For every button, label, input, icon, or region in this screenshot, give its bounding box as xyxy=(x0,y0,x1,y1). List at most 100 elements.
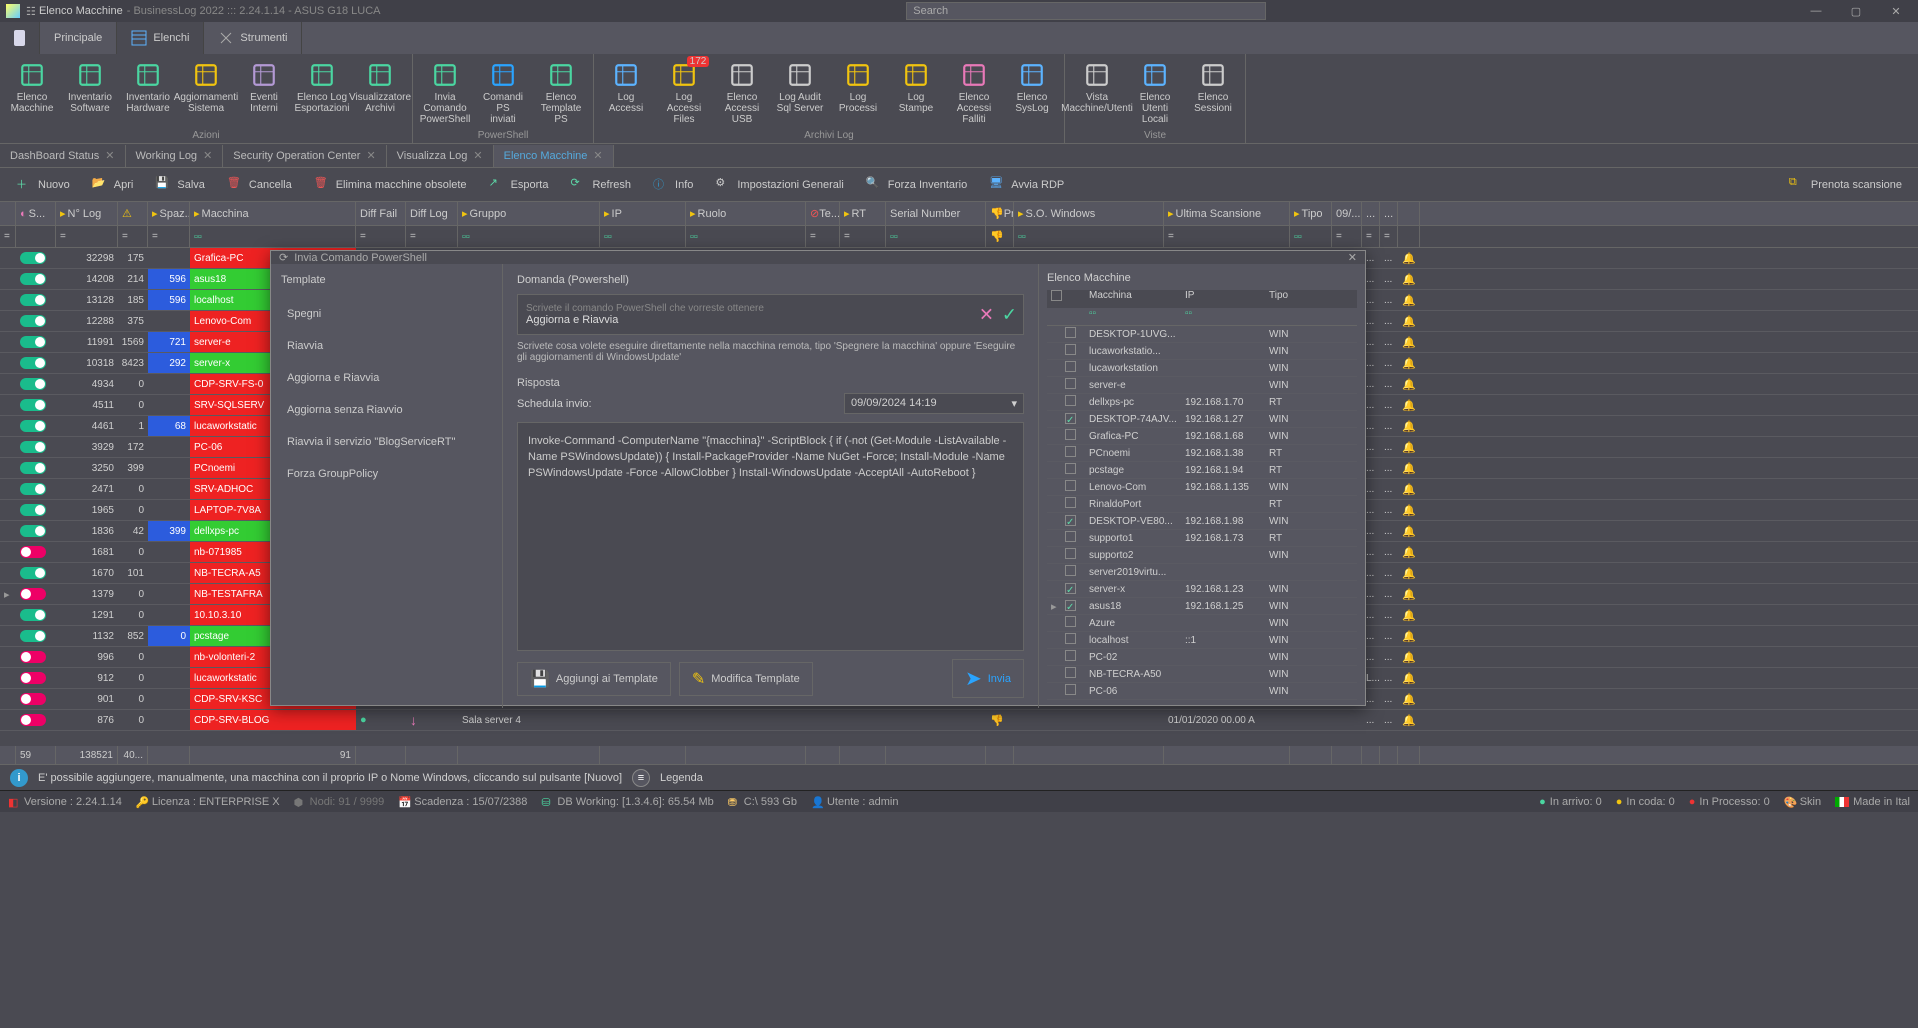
filter-pri[interactable]: 👎 xyxy=(986,226,1014,247)
toolbar-btn-impostazioni-generali[interactable]: ⚙Impostazioni Generali xyxy=(707,173,851,197)
toggle-switch[interactable] xyxy=(20,714,46,726)
toggle-switch[interactable] xyxy=(20,609,46,621)
ribbon-btn-visualizzatore[interactable]: VisualizzatoreArchivi xyxy=(352,58,408,129)
menu-button[interactable] xyxy=(0,22,40,54)
row-checkbox[interactable] xyxy=(1065,565,1076,576)
row-checkbox[interactable] xyxy=(1065,497,1076,508)
machine-row[interactable]: DESKTOP-74AJV...192.168.1.27WIN xyxy=(1047,411,1357,428)
toggle-switch[interactable] xyxy=(20,462,46,474)
ribbon-btn-elenco-log[interactable]: Elenco LogEsportazioni xyxy=(294,58,350,129)
filter-sn[interactable]: ▫▫ xyxy=(886,226,986,247)
ribbon-btn-log-accessi[interactable]: Log Accessi xyxy=(598,58,654,129)
col-ip[interactable]: IP xyxy=(1181,290,1265,308)
doc-tab-visualizza-log[interactable]: Visualizza Log✕ xyxy=(387,145,494,167)
toggle-switch[interactable] xyxy=(20,420,46,432)
template-item[interactable]: Aggiorna senza Riavvio xyxy=(281,394,492,426)
col-bell[interactable] xyxy=(1398,202,1420,225)
col-dfail[interactable]: Diff Fail xyxy=(356,202,406,225)
filter-ip[interactable]: ▫▫ xyxy=(600,226,686,247)
col-gruppo[interactable]: ▸Gruppo xyxy=(458,202,600,225)
machine-row[interactable]: Grafica-PC192.168.1.68WIN xyxy=(1047,428,1357,445)
toggle-switch[interactable] xyxy=(20,483,46,495)
toolbar-btn-forza-inventario[interactable]: 🔍Forza Inventario xyxy=(858,173,975,197)
doc-tab-elenco-macchine[interactable]: Elenco Macchine✕ xyxy=(494,145,614,167)
toggle-switch[interactable] xyxy=(20,399,46,411)
col-rt[interactable]: ▸RT xyxy=(840,202,886,225)
col-d3[interactable]: ... xyxy=(1380,202,1398,225)
toggle-switch[interactable] xyxy=(20,630,46,642)
toggle-switch[interactable] xyxy=(20,441,46,453)
prenota-scansione-button[interactable]: ⧉Prenota scansione xyxy=(1781,173,1910,197)
ribbon-btn-elenco[interactable]: ElencoSysLog xyxy=(1004,58,1060,129)
row-checkbox[interactable] xyxy=(1065,633,1076,644)
filter-rt[interactable]: = xyxy=(840,226,886,247)
row-checkbox[interactable] xyxy=(1065,463,1076,474)
row-checkbox[interactable] xyxy=(1065,531,1076,542)
toolbar-btn-info[interactable]: ⓘInfo xyxy=(645,173,701,197)
row-checkbox[interactable] xyxy=(1065,667,1076,678)
filter-dlog[interactable]: = xyxy=(406,226,458,247)
toolbar-btn-salva[interactable]: 💾Salva xyxy=(147,173,213,197)
doc-tab-dashboard-status[interactable]: DashBoard Status✕ xyxy=(0,145,126,167)
add-template-button[interactable]: 💾Aggiungi ai Template xyxy=(517,662,671,696)
row-checkbox[interactable] xyxy=(1065,361,1076,372)
col-us[interactable]: ▸Ultima Scansione xyxy=(1164,202,1290,225)
template-item[interactable]: Riavvia il servizio "BlogServiceRT" xyxy=(281,426,492,458)
col-pri[interactable]: 👎Pri... xyxy=(986,202,1014,225)
machine-row[interactable]: PC-06WIN xyxy=(1047,683,1357,700)
schedule-datetime-select[interactable]: 09/09/2024 14:19 ▾ xyxy=(844,393,1024,414)
response-code-area[interactable]: Invoke-Command -ComputerName "{macchina}… xyxy=(517,422,1024,651)
close-icon[interactable]: ✕ xyxy=(593,149,602,162)
status-skin[interactable]: 🎨Skin xyxy=(1784,796,1821,808)
toolbar-btn-avvia-rdp[interactable]: 🖥Avvia RDP xyxy=(981,173,1072,197)
toggle-switch[interactable] xyxy=(20,567,46,579)
toggle-switch[interactable] xyxy=(20,588,46,600)
row-checkbox[interactable] xyxy=(1065,600,1076,611)
col-tipo[interactable]: ▸Tipo xyxy=(1290,202,1332,225)
row-checkbox[interactable] xyxy=(1065,480,1076,491)
machine-row[interactable]: lucaworkstationWIN xyxy=(1047,360,1357,377)
toggle-switch[interactable] xyxy=(20,672,46,684)
row-checkbox[interactable] xyxy=(1065,650,1076,661)
machine-row[interactable]: supporto2WIN xyxy=(1047,547,1357,564)
filter-ruolo[interactable]: ▫▫ xyxy=(686,226,806,247)
toggle-switch[interactable] xyxy=(20,546,46,558)
filter-tipo[interactable]: ▫▫ xyxy=(1290,226,1332,247)
select-all-checkbox[interactable] xyxy=(1051,290,1062,301)
ribbon-btn-invia-comando[interactable]: Invia ComandoPowerShell xyxy=(417,58,473,129)
row-checkbox[interactable] xyxy=(1065,583,1076,594)
ribbon-btn-log-processi[interactable]: Log Processi xyxy=(830,58,886,129)
cancel-icon[interactable]: ✕ xyxy=(979,304,994,325)
row-checkbox[interactable] xyxy=(1065,684,1076,695)
row-checkbox[interactable] xyxy=(1065,327,1076,338)
toolbar-btn-nuovo[interactable]: ＋Nuovo xyxy=(8,173,78,197)
toggle-switch[interactable] xyxy=(20,378,46,390)
ribbon-btn-elenco-utenti[interactable]: Elenco UtentiLocali xyxy=(1127,58,1183,129)
toggle-switch[interactable] xyxy=(20,252,46,264)
ribbon-btn-elenco[interactable]: ElencoAccessi USB xyxy=(714,58,770,129)
maximize-button[interactable]: ▢ xyxy=(1840,5,1872,18)
toggle-switch[interactable] xyxy=(20,273,46,285)
machine-row[interactable]: localhost::1WIN xyxy=(1047,632,1357,649)
machine-row[interactable]: Lenovo-Com192.168.1.135WIN xyxy=(1047,479,1357,496)
toggle-switch[interactable] xyxy=(20,315,46,327)
col-te[interactable]: ⊘Te... xyxy=(806,202,840,225)
row-checkbox[interactable] xyxy=(1065,616,1076,627)
machine-row[interactable]: server2019virtu... xyxy=(1047,564,1357,581)
doc-tab-security-operation-center[interactable]: Security Operation Center✕ xyxy=(223,145,386,167)
ribbon-btn-comandi-ps[interactable]: Comandi PSinviati xyxy=(475,58,531,129)
col-mac[interactable]: ▸Macchina xyxy=(190,202,356,225)
toggle-switch[interactable] xyxy=(20,651,46,663)
ribbon-btn-elenco[interactable]: ElencoMacchine xyxy=(4,58,60,129)
toolbar-btn-esporta[interactable]: ↗Esporta xyxy=(481,173,557,197)
table-row[interactable]: 8760CDP-SRV-BLOG●↓Sala server 4👎01/01/20… xyxy=(0,710,1918,731)
filter-spaz[interactable]: = xyxy=(148,226,190,247)
machine-row[interactable]: supporto1192.168.1.73RT xyxy=(1047,530,1357,547)
toolbar-btn-apri[interactable]: 📂Apri xyxy=(84,173,142,197)
col-dlog[interactable]: Diff Log xyxy=(406,202,458,225)
col-so[interactable]: ▸S.O. Windows xyxy=(1014,202,1164,225)
machine-row[interactable]: ▸asus18192.168.1.25WIN xyxy=(1047,598,1357,615)
col-sn[interactable]: Serial Number xyxy=(886,202,986,225)
template-item[interactable]: Riavvia xyxy=(281,330,492,362)
row-checkbox[interactable] xyxy=(1065,548,1076,559)
